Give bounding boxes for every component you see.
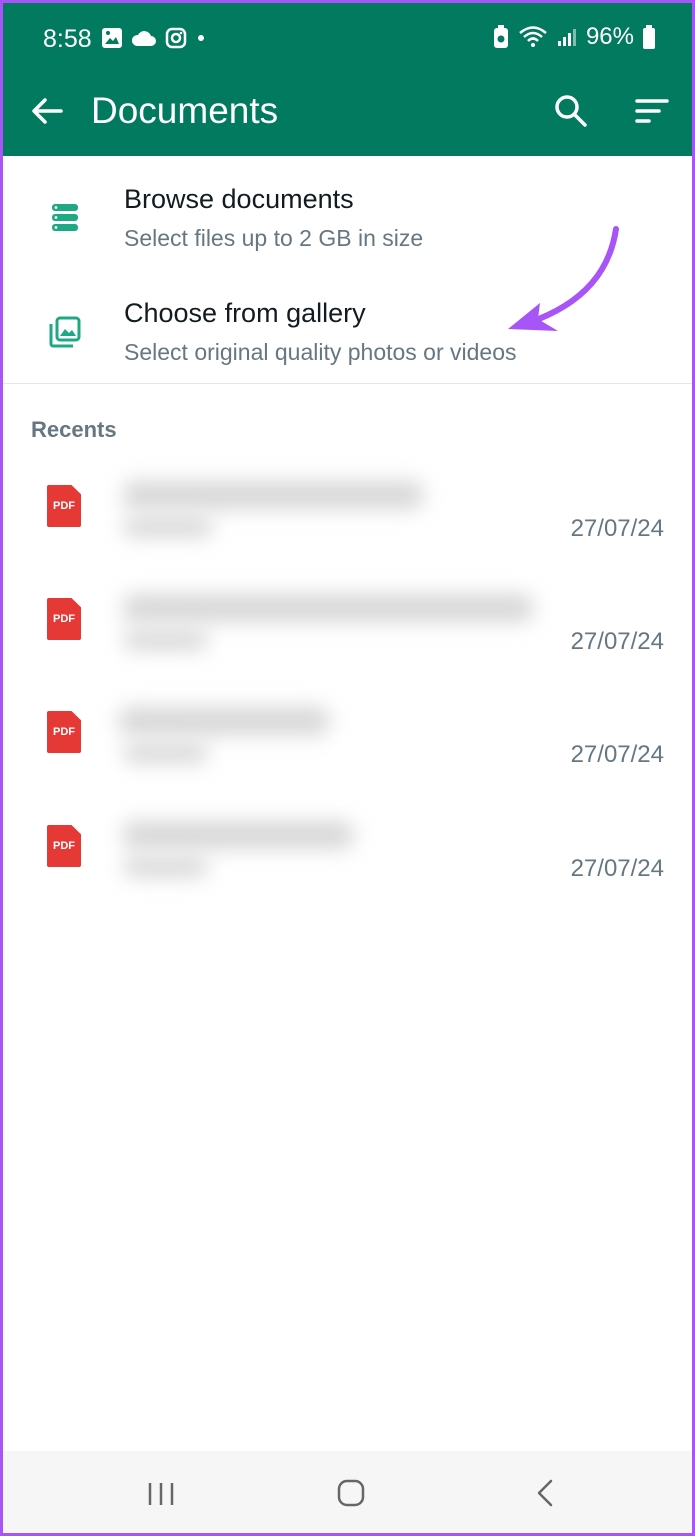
back-arrow-icon[interactable] — [27, 91, 67, 131]
wifi-icon — [519, 26, 547, 47]
battery-icon — [643, 25, 655, 49]
document-date: 27/07/24 — [570, 855, 664, 882]
signal-icon — [557, 29, 576, 46]
page-title: Documents — [91, 90, 279, 131]
toolbar: Documents — [3, 75, 692, 156]
redacted-filesize — [123, 857, 208, 877]
document-stack-icon — [52, 204, 78, 231]
battery-saver-icon — [493, 25, 508, 48]
recent-document-row[interactable]: PDF 27/07/24 — [3, 473, 692, 583]
pdf-icon: PDF — [47, 711, 81, 753]
status-time: 8:58 — [43, 25, 92, 53]
choose-from-gallery-label: Choose from gallery — [124, 298, 366, 328]
redacted-filename — [123, 594, 533, 622]
browse-documents-subtitle: Select files up to 2 GB in size — [124, 225, 424, 251]
gallery-icon — [49, 316, 81, 348]
pdf-icon: PDF — [47, 825, 81, 867]
instagram-icon — [165, 27, 187, 49]
system-navigation-bar — [3, 1451, 692, 1533]
search-icon[interactable] — [551, 91, 591, 131]
recent-apps-icon[interactable] — [139, 1471, 183, 1515]
dot-icon — [198, 35, 204, 41]
document-date: 27/07/24 — [570, 741, 664, 768]
recent-document-row[interactable]: PDF 27/07/24 — [3, 586, 692, 696]
browse-documents-label: Browse documents — [124, 184, 354, 214]
status-bar: 8:58 96% — [3, 3, 692, 75]
pdf-icon: PDF — [47, 485, 81, 527]
redacted-filename — [119, 707, 329, 735]
document-date: 27/07/24 — [570, 628, 664, 655]
screen: 8:58 96% Documents Browse documents Sele… — [0, 0, 695, 1536]
redacted-filesize — [123, 517, 213, 537]
recents-heading: Recents — [31, 417, 117, 442]
cloud-icon — [131, 31, 156, 46]
app-bar: 8:58 96% Documents — [3, 3, 692, 156]
pdf-icon: PDF — [47, 598, 81, 640]
choose-from-gallery-subtitle: Select original quality photos or videos — [124, 339, 517, 365]
image-notification-icon — [102, 28, 122, 48]
sort-icon[interactable] — [631, 91, 671, 131]
annotation-arrow — [508, 226, 619, 331]
redacted-filename — [123, 821, 353, 849]
home-icon[interactable] — [329, 1471, 373, 1515]
redacted-filename — [123, 481, 423, 509]
document-date: 27/07/24 — [570, 515, 664, 542]
redacted-filesize — [123, 743, 208, 763]
divider — [3, 383, 692, 384]
back-nav-icon[interactable] — [523, 1471, 567, 1515]
recent-document-row[interactable]: PDF 27/07/24 — [3, 813, 692, 923]
recent-document-row[interactable]: PDF 27/07/24 — [3, 699, 692, 809]
battery-level: 96% — [585, 23, 634, 50]
redacted-filesize — [123, 630, 208, 650]
